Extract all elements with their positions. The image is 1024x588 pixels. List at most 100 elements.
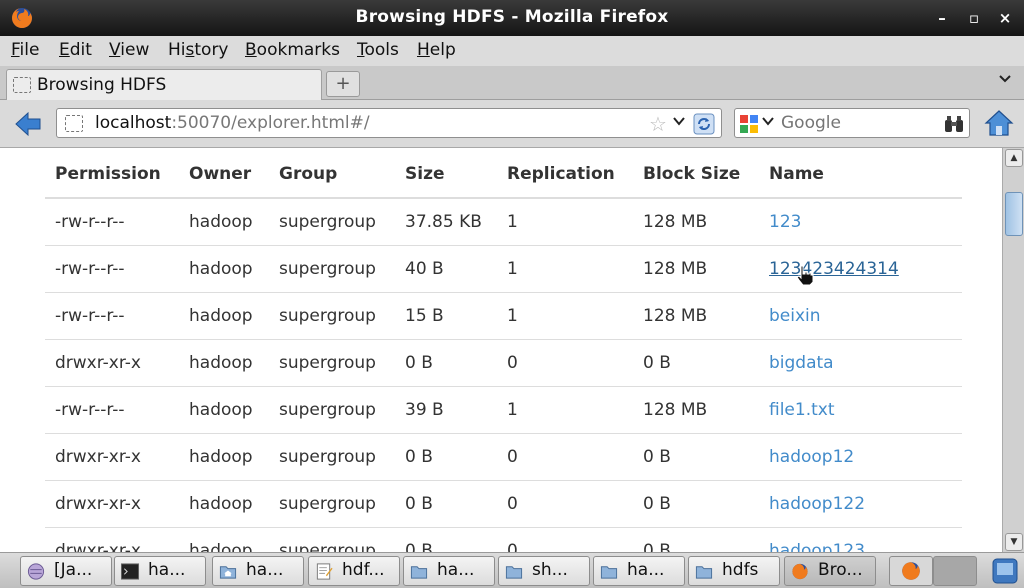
navigation-toolbar: localhost:50070/explorer.html#/ ☆ [0, 100, 1024, 148]
reload-icon[interactable] [693, 113, 715, 135]
firefox-icon [902, 562, 920, 580]
cell-replication: 1 [497, 245, 633, 293]
home-icon[interactable] [984, 109, 1014, 137]
col-size[interactable]: Size [395, 150, 497, 199]
google-engine-icon[interactable] [739, 114, 759, 134]
file-name-link[interactable]: bigdata [769, 353, 834, 373]
menu-edit[interactable]: Edit [59, 40, 92, 60]
folder-icon [600, 566, 618, 579]
binoculars-search-icon[interactable] [943, 114, 965, 134]
cell-owner: hadoop [179, 386, 269, 434]
search-engine-dropdown-icon[interactable] [762, 115, 774, 130]
bookmark-star-icon[interactable]: ☆ [649, 112, 667, 136]
col-block-size[interactable]: Block Size [633, 150, 759, 199]
table-row: drwxr-xr-x hadoop supergroup 0 B00 Bhadoop1… [45, 433, 962, 481]
col-name[interactable]: Name [759, 150, 962, 199]
url-history-dropdown-icon[interactable] [673, 115, 685, 130]
cell-replication: 0 [497, 339, 633, 387]
taskbar-item-label: ha... [148, 560, 186, 580]
menu-file-mnemonic: F [11, 40, 20, 60]
cell-name: bigdata [759, 339, 962, 387]
col-replication[interactable]: Replication [497, 150, 633, 199]
cell-owner: hadoop [179, 433, 269, 481]
search-bar[interactable] [734, 108, 970, 138]
scroll-up-arrow-icon[interactable]: ▲ [1005, 149, 1023, 167]
taskbar-item-firefox[interactable]: Bro... [784, 556, 876, 586]
minimize-button[interactable]: – [930, 6, 954, 30]
tab-list-chevron-icon[interactable] [998, 72, 1012, 88]
show-desktop-icon[interactable] [992, 558, 1018, 584]
taskbar-item-java[interactable]: [Ja... [20, 556, 112, 586]
taskbar-item-folder-hdfs[interactable]: hdfs [688, 556, 780, 586]
new-tab-button[interactable]: + [326, 71, 360, 97]
menu-help-label: elp [429, 40, 456, 60]
file-name-link[interactable]: file1.txt [769, 400, 835, 420]
url-path: :50070/explorer.html#/ [171, 113, 370, 133]
scroll-down-arrow-icon[interactable]: ▼ [1005, 533, 1023, 551]
taskbar-item-folder-2[interactable]: sh... [498, 556, 590, 586]
site-identity-icon[interactable] [65, 115, 83, 132]
cell-block-size: 0 B [633, 527, 759, 552]
taskbar-item-terminal[interactable]: ha... [114, 556, 206, 586]
menu-bookmarks[interactable]: Bookmarks [245, 40, 340, 60]
cell-owner: hadoop [179, 292, 269, 340]
folder-icon [410, 566, 428, 579]
url-text[interactable]: localhost:50070/explorer.html#/ [95, 113, 370, 133]
taskbar-item-folder-3[interactable]: ha... [593, 556, 685, 586]
cell-block-size: 0 B [633, 480, 759, 528]
cell-size: 0 B [395, 433, 497, 481]
table-row: -rw-r--r-- hadoop supergroup 39 B 1 128 MB fil… [45, 386, 962, 434]
file-name-link[interactable]: 123423424314 [769, 259, 899, 279]
file-name-link[interactable]: 123 [769, 212, 801, 232]
window-title: Browsing HDFS - Mozilla Firefox [355, 7, 669, 27]
menu-view-label: iew [120, 40, 150, 60]
menu-help-mnemonic: H [417, 40, 430, 60]
menu-view-mnemonic: V [109, 40, 121, 60]
vertical-scrollbar[interactable]: ▲ ▼ [1002, 148, 1024, 552]
cell-owner: hadoop [179, 245, 269, 293]
menu-file[interactable]: File [11, 40, 39, 60]
col-permission[interactable]: Permission [45, 150, 179, 199]
workspace-2[interactable] [933, 556, 977, 586]
maximize-button[interactable]: ▫ [962, 6, 986, 30]
table-row: drwxr-xr-x hadoop supergroup 0 B00 Bhadoop1… [45, 480, 962, 528]
file-name-link[interactable]: hadoop123 [769, 541, 865, 553]
cell-permission: -rw-r--r-- [45, 198, 179, 246]
close-button[interactable]: × [993, 6, 1017, 30]
cell-name: file1.txt [759, 386, 962, 434]
url-host: localhost [95, 113, 172, 133]
search-input[interactable] [781, 113, 931, 133]
file-name-link[interactable]: beixin [769, 306, 821, 326]
cell-owner: hadoop [179, 198, 269, 246]
file-name-link[interactable]: hadoop12 [769, 447, 854, 467]
address-bar[interactable]: localhost:50070/explorer.html#/ ☆ [56, 108, 722, 138]
menu-help[interactable]: Help [417, 40, 456, 60]
scrollbar-thumb[interactable] [1005, 192, 1023, 236]
cell-name: hadoop122 [759, 480, 962, 528]
back-arrow-icon[interactable] [14, 111, 42, 137]
menu-view[interactable]: View [109, 40, 149, 60]
terminal-icon [120, 563, 140, 580]
menu-tools[interactable]: Tools [357, 40, 399, 60]
file-name-link[interactable]: hadoop122 [769, 494, 865, 514]
cell-owner: hadoop [179, 480, 269, 528]
cell-block-size: 128 MB [633, 245, 759, 293]
tab-browsing-hdfs[interactable]: Browsing HDFS [6, 69, 322, 100]
hdfs-file-table: Permission Owner Group Size Replication … [45, 150, 962, 552]
cell-name: hadoop12 [759, 433, 962, 481]
cell-owner: hadoop [179, 527, 269, 552]
cell-replication: 1 [497, 386, 633, 434]
menu-history[interactable]: History [168, 40, 229, 60]
workspace-1[interactable] [889, 556, 933, 586]
taskbar-item-home-folder[interactable]: ha... [212, 556, 304, 586]
table-row: -rw-r--r-- hadoop supergroup 40 B 1 128 MB 123… [45, 245, 962, 293]
taskbar-item-label: ha... [437, 560, 475, 580]
col-group[interactable]: Group [269, 150, 395, 199]
taskbar-item-editor[interactable]: hdf... [308, 556, 400, 586]
page-content: Permission Owner Group Size Replication … [0, 148, 1002, 552]
cell-size: 0 B [395, 480, 497, 528]
menu-history-label: tory [194, 40, 229, 60]
cell-block-size: 0 B [633, 433, 759, 481]
col-owner[interactable]: Owner [179, 150, 269, 199]
taskbar-item-folder-1[interactable]: ha... [403, 556, 495, 586]
